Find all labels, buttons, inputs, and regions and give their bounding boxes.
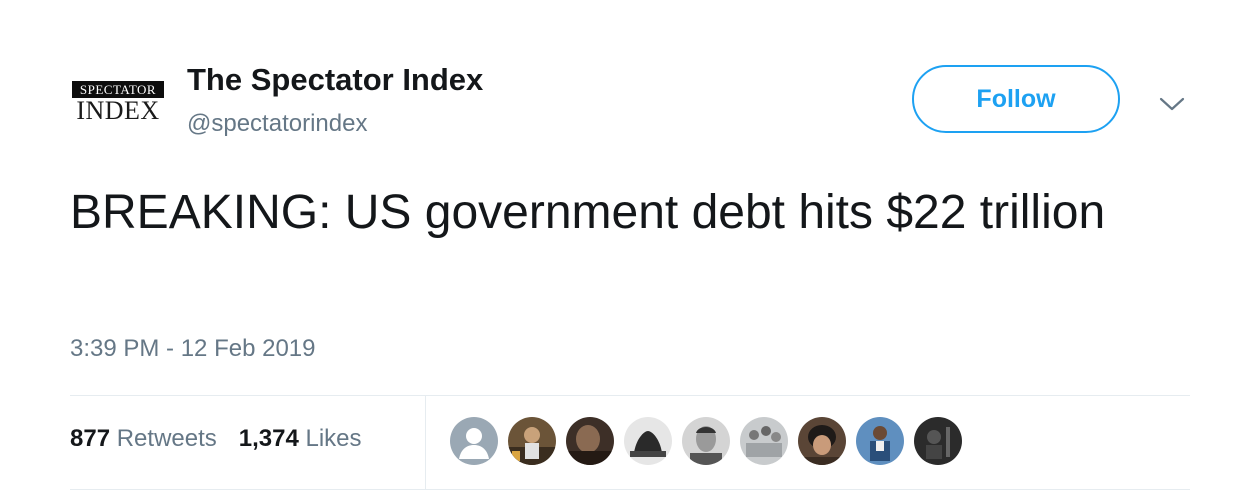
liker-avatar[interactable]: [856, 417, 904, 465]
liker-avatar[interactable]: [624, 417, 672, 465]
account-name[interactable]: The Spectator Index: [187, 62, 483, 98]
likes-stat[interactable]: 1,374 Likes: [239, 425, 362, 453]
retweets-stat[interactable]: 877 Retweets: [70, 425, 217, 453]
tweet-text: BREAKING: US government debt hits $22 tr…: [70, 186, 1106, 239]
liker-avatar[interactable]: [914, 417, 962, 465]
tweet-stats: 877 Retweets 1,374 Likes: [70, 425, 362, 453]
divider: [70, 489, 1190, 490]
liker-avatar[interactable]: [566, 417, 614, 465]
likes-count: 1,374: [238, 425, 299, 452]
logo-bottom-text: INDEX: [76, 96, 160, 125]
follow-button[interactable]: Follow: [912, 65, 1120, 133]
liker-avatar[interactable]: [450, 417, 498, 465]
stats-divider: [425, 396, 426, 489]
liker-avatar[interactable]: [798, 417, 846, 465]
liker-avatar[interactable]: [508, 417, 556, 465]
account-avatar[interactable]: SPECTATOR INDEX: [70, 78, 166, 128]
chevron-down-icon[interactable]: [1157, 92, 1187, 116]
liker-avatar[interactable]: [740, 417, 788, 465]
retweets-count: 877: [70, 425, 111, 452]
retweets-label: Retweets: [116, 425, 217, 452]
likes-label: Likes: [305, 425, 362, 452]
divider: [70, 395, 1190, 396]
liker-avatars: [450, 417, 972, 465]
liker-avatar[interactable]: [682, 417, 730, 465]
account-handle[interactable]: @spectatorindex: [187, 110, 367, 138]
tweet-timestamp[interactable]: 3:39 PM - 12 Feb 2019: [70, 335, 315, 363]
